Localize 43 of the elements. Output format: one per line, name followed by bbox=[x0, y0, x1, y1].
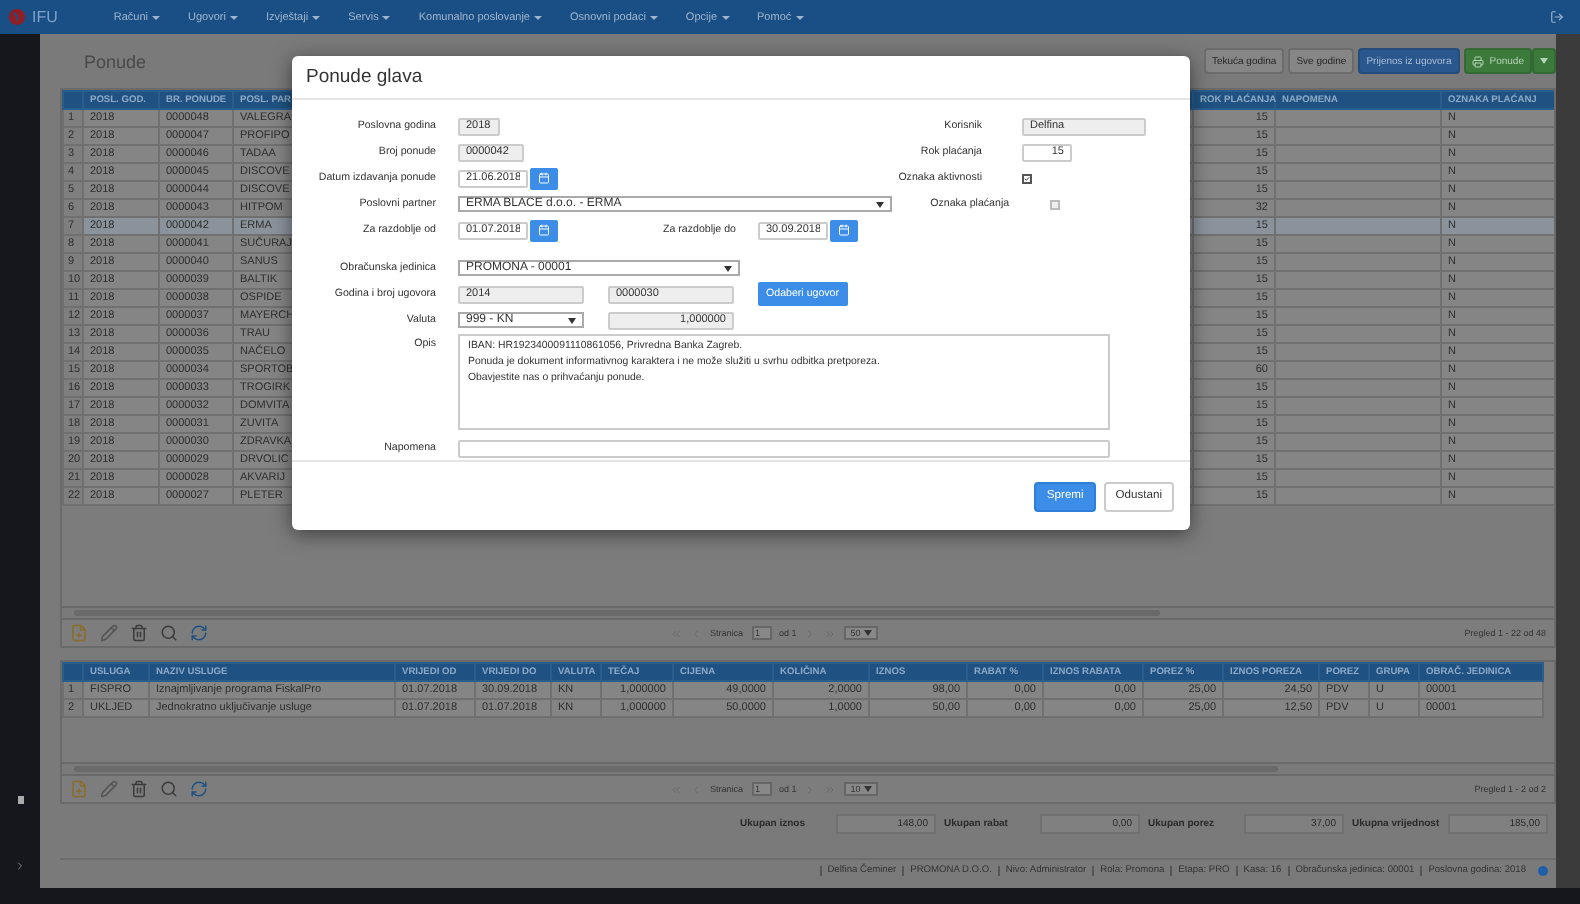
note-field[interactable] bbox=[458, 439, 1110, 457]
caret-icon bbox=[721, 15, 730, 19]
calendar-icon bbox=[538, 224, 550, 236]
logo-text: IFU bbox=[32, 8, 58, 26]
caret-icon bbox=[864, 786, 873, 792]
logo-icon bbox=[8, 8, 26, 26]
caret-icon bbox=[382, 15, 391, 19]
edit-icon[interactable] bbox=[100, 780, 118, 798]
search-icon[interactable] bbox=[160, 624, 178, 642]
calendar-icon bbox=[838, 224, 850, 236]
delete-icon[interactable] bbox=[130, 624, 148, 642]
refresh-icon[interactable] bbox=[190, 624, 208, 642]
header-corner bbox=[63, 91, 83, 109]
caret-icon bbox=[534, 15, 542, 19]
expand-icon[interactable] bbox=[14, 860, 26, 872]
search-icon[interactable] bbox=[160, 780, 178, 798]
checkbox[interactable] bbox=[1022, 173, 1032, 183]
caret-icon bbox=[152, 15, 161, 19]
edit-icon[interactable] bbox=[100, 624, 118, 642]
refresh-icon[interactable] bbox=[190, 780, 208, 798]
calendar-button[interactable] bbox=[530, 219, 558, 241]
horizontal-scrollbar[interactable] bbox=[62, 606, 1554, 618]
circle-icon bbox=[1538, 866, 1548, 876]
caret-icon bbox=[649, 15, 658, 19]
dropdown-button[interactable] bbox=[1532, 48, 1556, 74]
horizontal-scrollbar[interactable] bbox=[62, 762, 1554, 774]
checkbox[interactable] bbox=[1049, 199, 1060, 209]
calendar-icon bbox=[538, 172, 550, 184]
header-corner bbox=[63, 663, 83, 681]
calendar-button[interactable] bbox=[530, 167, 558, 189]
caret-icon bbox=[312, 15, 321, 19]
add-document-icon[interactable] bbox=[70, 780, 88, 798]
square-icon bbox=[17, 796, 23, 804]
printer-icon bbox=[1471, 55, 1484, 67]
caret-icon bbox=[1540, 58, 1548, 64]
delete-icon[interactable] bbox=[130, 780, 148, 798]
calendar-button[interactable] bbox=[830, 219, 858, 241]
add-document-icon[interactable] bbox=[70, 624, 88, 642]
caret-icon bbox=[229, 15, 238, 19]
caret-icon bbox=[795, 15, 804, 19]
logout-icon[interactable] bbox=[1550, 10, 1564, 24]
caret-icon bbox=[864, 630, 873, 636]
dialog-title: Ponude glava bbox=[306, 66, 423, 88]
